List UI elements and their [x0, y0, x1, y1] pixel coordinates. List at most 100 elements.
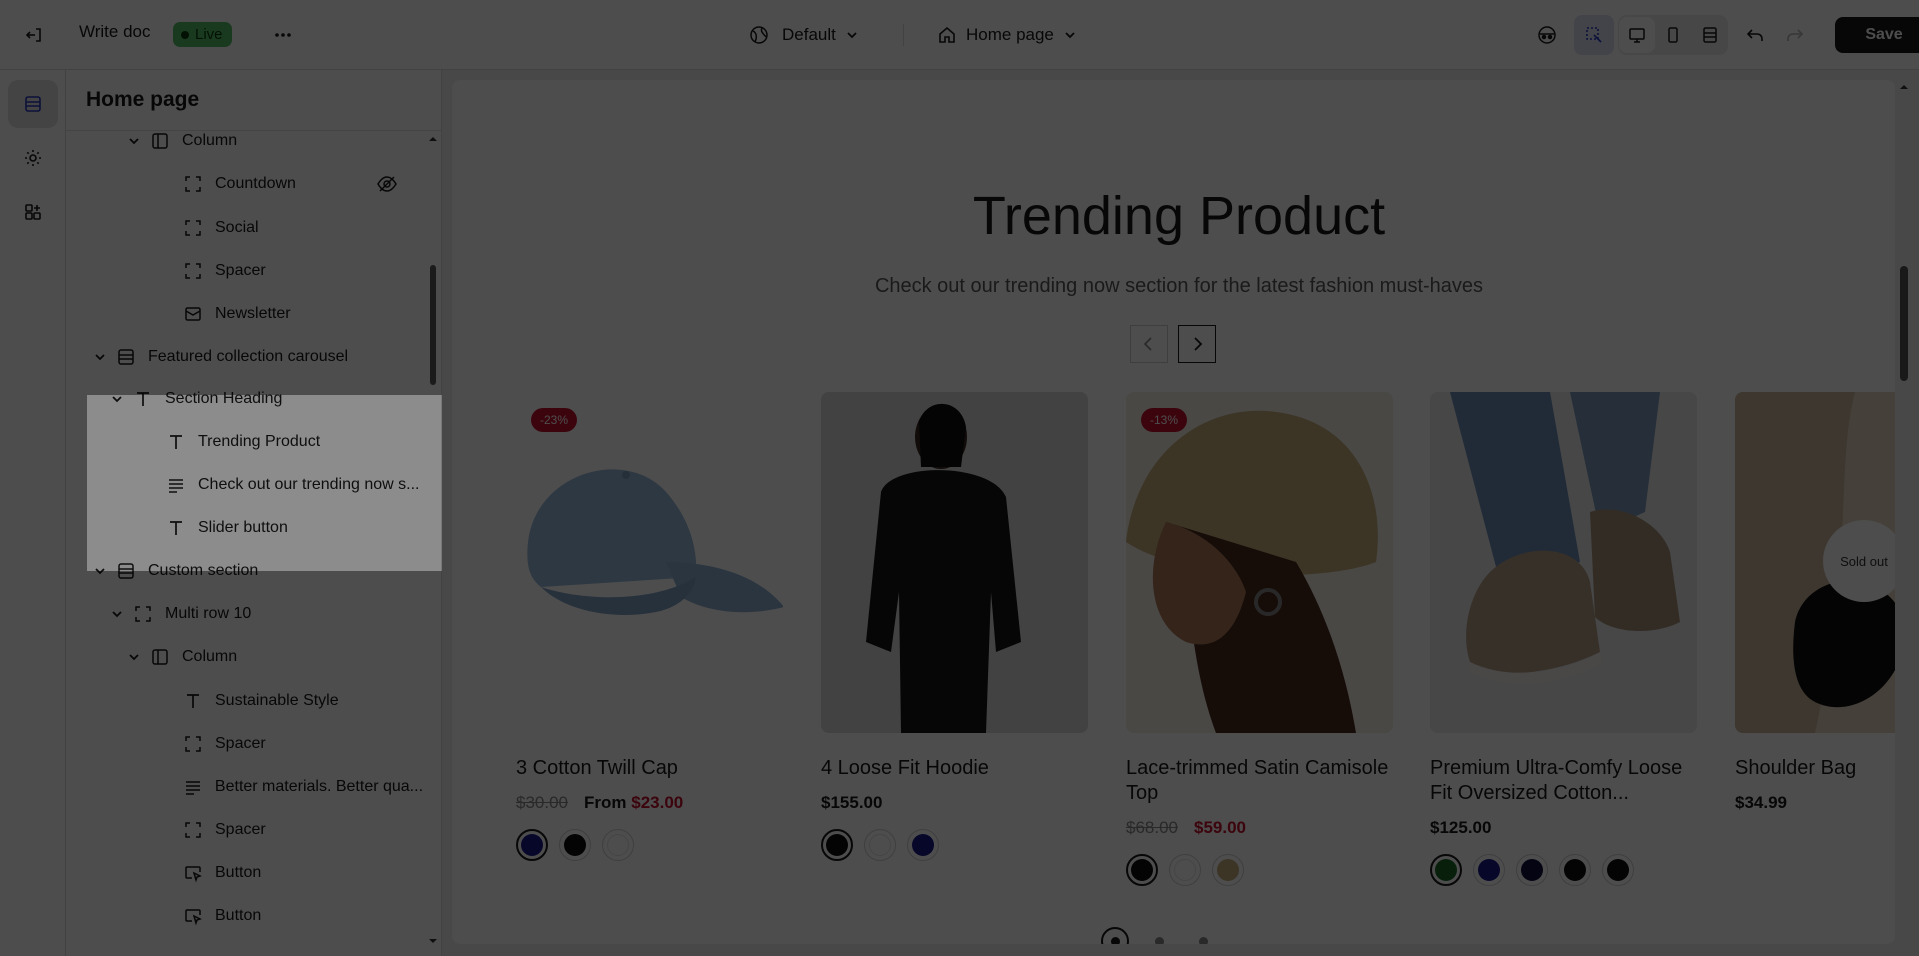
tree-item[interactable]: Slider button — [142, 507, 422, 549]
sale-badge: -23% — [531, 408, 578, 432]
product-card[interactable]: -23% 3 Cotton Twill Cap $30.00 From $23.… — [516, 392, 783, 861]
column-icon — [150, 647, 170, 667]
scroll-down-icon[interactable] — [427, 936, 439, 946]
more-options-icon[interactable] — [265, 17, 301, 53]
section-icon — [116, 347, 136, 367]
slider-prev-button[interactable] — [1130, 325, 1168, 363]
tree-item[interactable]: Section Heading — [109, 378, 422, 420]
color-swatches — [516, 829, 783, 861]
swatch-navy[interactable] — [1516, 854, 1548, 886]
inspector-mask-icon[interactable] — [1529, 17, 1565, 53]
swatch-black[interactable] — [1559, 854, 1591, 886]
desktop-view-icon[interactable] — [1619, 17, 1655, 53]
mobile-view-icon[interactable] — [1655, 17, 1691, 53]
tree-item[interactable]: Button — [159, 895, 422, 937]
chevron-down-icon[interactable] — [109, 606, 133, 622]
redo-icon[interactable] — [1777, 17, 1813, 53]
tree-item-label: Slider button — [198, 519, 288, 536]
swatch-navy[interactable] — [516, 829, 548, 861]
tree-item[interactable]: Column — [126, 636, 422, 678]
globe-icon — [750, 26, 768, 44]
undo-icon[interactable] — [1737, 17, 1773, 53]
page-label: Home page — [966, 25, 1054, 44]
select-element-icon[interactable] — [1574, 15, 1614, 55]
swatch-black[interactable] — [559, 829, 591, 861]
tree-item[interactable]: Spacer — [159, 250, 422, 292]
product-card[interactable]: -13% Lace-trimmed Satin Camisole Top $68… — [1126, 392, 1393, 886]
block-icon — [133, 604, 153, 624]
tree-item[interactable]: Trending Product — [142, 421, 422, 463]
fullscreen-view-icon[interactable] — [1692, 17, 1728, 53]
theme-settings-tab[interactable] — [8, 134, 58, 182]
product-price: $34.99 — [1735, 793, 1895, 813]
swatch-blue[interactable] — [1473, 854, 1505, 886]
tree-item[interactable]: Newsletter — [159, 293, 422, 335]
slider-dot[interactable] — [1145, 927, 1173, 944]
chevron-down-icon — [1065, 32, 1075, 39]
tree-item-label: Button — [215, 907, 262, 924]
eye-off-icon[interactable] — [376, 173, 398, 195]
section-heading-block[interactable]: Trending Product Check out our trending … — [478, 127, 1880, 363]
chevron-down-icon[interactable] — [126, 133, 150, 149]
slider-dot[interactable] — [1189, 927, 1217, 944]
section-tree-panel: Home page Column Countdown Social Spacer New… — [66, 70, 442, 956]
product-name[interactable]: 3 Cotton Twill Cap — [516, 756, 783, 781]
tree-item-label: Spacer — [215, 735, 266, 752]
save-button[interactable]: Save — [1835, 17, 1919, 53]
product-image[interactable]: -23% — [516, 392, 783, 733]
swatch-black[interactable] — [1602, 854, 1634, 886]
apps-tab[interactable] — [8, 188, 58, 236]
tree-item[interactable]: Button — [159, 852, 422, 894]
swatch-black[interactable] — [1126, 854, 1158, 886]
product-card[interactable]: 4 Loose Fit Hoodie $155.00 — [821, 392, 1088, 861]
product-price: $68.00 $59.00 — [1126, 818, 1393, 838]
tree-item[interactable]: Featured collection carousel — [92, 336, 422, 378]
swatch-beige[interactable] — [1212, 854, 1244, 886]
product-image[interactable] — [1430, 392, 1697, 733]
tree-item[interactable]: Column — [126, 120, 422, 162]
product-name[interactable]: 4 Loose Fit Hoodie — [821, 756, 1088, 781]
tree-item[interactable]: Custom section — [92, 550, 422, 592]
swatch-green[interactable] — [1430, 854, 1462, 886]
section-heading-subtitle: Check out our trending now section for t… — [874, 275, 1484, 297]
chevron-down-icon[interactable] — [109, 391, 133, 407]
chevron-down-icon[interactable] — [92, 563, 116, 579]
swatch-navy[interactable] — [907, 829, 939, 861]
cap-image-icon — [516, 392, 783, 733]
swatch-white[interactable] — [1169, 854, 1201, 886]
product-card[interactable]: Sold out Shoulder Bag $34.99 — [1735, 392, 1895, 813]
product-name[interactable]: Lace-trimmed Satin Camisole Top — [1126, 756, 1393, 806]
product-name[interactable]: Premium Ultra-Comfy Loose Fit Oversized … — [1430, 756, 1697, 806]
swatch-white[interactable] — [602, 829, 634, 861]
live-dot-icon — [181, 30, 189, 39]
tree-item[interactable]: Sustainable Style — [159, 680, 422, 722]
tree-item[interactable]: Social — [159, 207, 422, 249]
theme-dropdown[interactable]: Default — [749, 18, 859, 52]
slider-next-button[interactable] — [1178, 325, 1216, 363]
tree-item-label: Section Heading — [165, 390, 283, 407]
preview-scroll-up-icon[interactable] — [1898, 82, 1910, 92]
product-image[interactable] — [821, 392, 1088, 733]
product-card[interactable]: Premium Ultra-Comfy Loose Fit Oversized … — [1430, 392, 1697, 886]
swatch-black[interactable] — [821, 829, 853, 861]
sections-tab[interactable] — [8, 80, 58, 128]
preview-scroll-thumb[interactable] — [1900, 266, 1908, 381]
exit-icon[interactable] — [16, 17, 52, 53]
panel-scroll-thumb[interactable] — [430, 265, 436, 385]
chevron-down-icon[interactable] — [126, 649, 150, 665]
scroll-up-icon[interactable] — [427, 134, 439, 144]
chevron-down-icon[interactable] — [92, 349, 116, 365]
tree-item[interactable]: Better materials. Better qua... — [159, 766, 422, 808]
product-image[interactable]: -13% — [1126, 392, 1393, 733]
tree-item[interactable]: Spacer — [159, 723, 422, 765]
swatch-white[interactable] — [864, 829, 896, 861]
product-name[interactable]: Shoulder Bag — [1735, 756, 1895, 781]
tree-item[interactable]: Multi row 10 — [109, 593, 422, 635]
tree-item[interactable]: Spacer — [159, 809, 422, 851]
slider-dot[interactable] — [1101, 927, 1129, 944]
page-dropdown[interactable]: Home page — [937, 18, 1077, 52]
tree-item[interactable]: Check out our trending now s... — [142, 464, 422, 506]
tree-item-label: Custom section — [148, 562, 259, 579]
product-image[interactable]: Sold out — [1735, 392, 1895, 733]
topbar-divider — [903, 24, 904, 46]
